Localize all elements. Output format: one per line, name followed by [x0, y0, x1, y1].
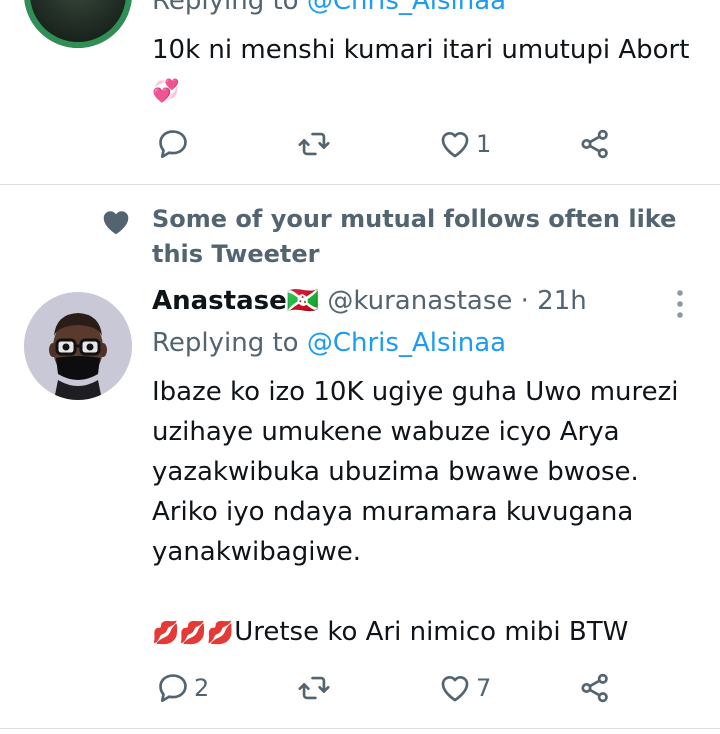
retweet-icon — [298, 132, 330, 156]
reply-handle-link[interactable]: @Chris_Alsinaa — [307, 328, 506, 358]
tweet-header: Anastase🇧🇮 @kuranastase · 21h — [152, 286, 587, 316]
tweet-text: Ibaze ko izo 10K ugiye guha Uwo murezi u… — [152, 377, 687, 567]
like-count: 7 — [476, 674, 492, 702]
more-vertical-icon[interactable] — [666, 288, 694, 320]
like-button[interactable]: 7 — [438, 668, 491, 708]
divider — [0, 184, 720, 185]
avatar[interactable] — [24, 0, 132, 48]
social-context-text: Some of your mutual follows often like t… — [152, 205, 677, 268]
retweet-button[interactable] — [297, 124, 335, 164]
share-button[interactable] — [578, 124, 612, 164]
reply-icon — [159, 674, 187, 703]
retweet-button[interactable] — [297, 668, 335, 708]
tweet-text-tail: 💋💋💋Uretse ko Ari nimico mibi BTW — [152, 612, 712, 654]
reply-button[interactable] — [156, 124, 194, 164]
avatar[interactable] — [24, 292, 132, 400]
tweet-actions: 1 — [152, 124, 622, 164]
tweet-text: 10k ni menshi kumari itari umutupi Abort… — [152, 30, 692, 112]
reply-button[interactable]: 2 — [156, 668, 209, 708]
reply-handle-link[interactable]: @Chris_Alsinaa — [307, 0, 506, 16]
reply-prefix: Replying to — [152, 328, 307, 358]
reply-icon — [159, 130, 187, 159]
replying-to: Replying to @Chris_Alsinaa — [152, 0, 506, 16]
separator: · — [512, 286, 538, 316]
emoji: 💋💋💋 — [152, 621, 235, 646]
share-button[interactable] — [578, 668, 612, 708]
heart-icon — [441, 675, 469, 702]
replying-to: Replying to @Chris_Alsinaa — [152, 328, 506, 358]
reply-prefix: Replying to — [152, 0, 307, 16]
like-button[interactable]: 1 — [438, 124, 491, 164]
reply-count: 2 — [194, 674, 210, 702]
share-icon — [581, 673, 608, 703]
divider — [0, 728, 720, 729]
display-name[interactable]: Anastase🇧🇮 — [152, 286, 319, 316]
tweet-text-body: 10k ni menshi kumari itari umutupi Abort — [152, 35, 690, 65]
heart-filled-icon — [100, 206, 132, 238]
share-icon — [581, 129, 608, 159]
tweet-actions: 2 7 — [152, 668, 622, 708]
user-handle[interactable]: @kuranastase — [327, 286, 512, 316]
tweet-text-after: Uretse ko Ari nimico mibi BTW — [234, 617, 629, 647]
heart-icon — [441, 131, 469, 158]
timestamp[interactable]: 21h — [537, 286, 587, 316]
emoji: 💞 — [152, 79, 180, 104]
retweet-icon — [298, 676, 330, 700]
